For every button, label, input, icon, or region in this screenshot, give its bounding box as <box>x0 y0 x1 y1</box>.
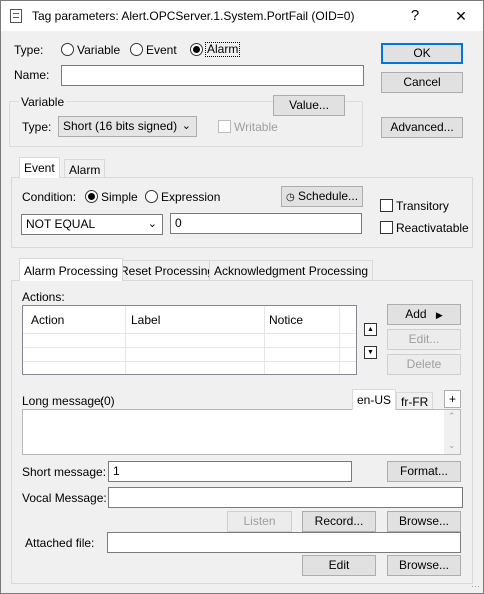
operator-select[interactable]: NOT EQUAL ⌄ <box>21 214 163 235</box>
name-label: Name: <box>14 68 50 82</box>
add-action-button[interactable]: Add ▶ <box>387 304 461 325</box>
variable-type-label: Type: <box>22 120 52 134</box>
tab-alarm[interactable]: Alarm <box>64 159 106 178</box>
schedule-label: Schedule... <box>298 189 359 203</box>
attached-browse-button[interactable]: Browse... <box>387 555 461 576</box>
record-button[interactable]: Record... <box>302 511 376 532</box>
actions-label: Actions: <box>22 290 65 304</box>
vocal-browse-button[interactable]: Browse... <box>387 511 461 532</box>
tab-acknowledgment-processing[interactable]: Acknowledgment Processing <box>209 260 374 281</box>
chevron-down-icon[interactable]: ⌄ <box>448 440 456 451</box>
resize-grip-icon[interactable]: ⋯ <box>471 581 480 592</box>
attached-edit-button[interactable]: Edit <box>302 555 376 576</box>
short-message-label: Short message: <box>22 465 107 479</box>
chevron-down-icon: ⌄ <box>147 218 157 230</box>
condition-simple-label: Simple <box>101 190 138 204</box>
add-language-button[interactable]: + <box>444 390 461 408</box>
operator-value: NOT EQUAL <box>26 217 96 231</box>
name-field[interactable] <box>61 65 364 86</box>
condition-expression-label: Expression <box>161 190 221 204</box>
tab-event[interactable]: Event <box>19 157 60 178</box>
vocal-message-label: Vocal Message: <box>22 491 107 505</box>
tab-alarm-processing[interactable]: Alarm Processing <box>19 258 124 281</box>
vocal-message-field[interactable] <box>108 487 463 508</box>
long-message-label: Long message: <box>22 394 105 408</box>
type-alarm-label: Alarm <box>205 42 241 57</box>
attached-file-field[interactable] <box>107 532 461 553</box>
move-down-icon[interactable]: ▼ <box>364 346 377 359</box>
reactivatable-label: Reactivatable <box>396 221 469 235</box>
type-radio-alarm[interactable] <box>190 43 203 56</box>
type-radio-variable[interactable] <box>61 43 74 56</box>
schedule-button[interactable]: ◷ Schedule... <box>281 186 363 207</box>
window-title: Tag parameters: Alert.OPCServer.1.System… <box>32 9 355 23</box>
tab-reset-processing[interactable]: Reset Processing <box>115 260 220 281</box>
long-message-count: (0) <box>100 394 115 408</box>
condition-radio-expression[interactable] <box>145 190 158 203</box>
value-button[interactable]: Value... <box>273 95 345 116</box>
clock-icon: ◷ <box>285 192 295 203</box>
writable-label: Writable <box>234 120 278 134</box>
scrollbar[interactable]: ⌃ ⌄ <box>444 410 460 454</box>
column-divider <box>264 306 265 374</box>
row-divider <box>23 361 356 362</box>
delete-action-button[interactable]: Delete <box>387 354 461 375</box>
listen-button[interactable]: Listen <box>227 511 292 532</box>
actions-list[interactable]: Action Label Notice <box>22 305 357 375</box>
help-button[interactable]: ? <box>393 1 437 31</box>
tab-lang-en-us[interactable]: en-US <box>352 389 397 410</box>
reactivatable-checkbox[interactable] <box>380 221 393 234</box>
column-header-label[interactable]: Label <box>131 313 160 327</box>
variable-group-label: Variable <box>19 95 67 109</box>
format-button[interactable]: Format... <box>387 461 461 482</box>
title-bar: Tag parameters: Alert.OPCServer.1.System… <box>1 1 483 31</box>
add-label: Add <box>405 307 427 321</box>
type-variable-label: Variable <box>77 43 121 57</box>
dialog-window: Tag parameters: Alert.OPCServer.1.System… <box>0 0 484 594</box>
condition-label: Condition: <box>22 190 77 204</box>
long-message-textarea[interactable]: ⌃ ⌄ <box>22 409 461 455</box>
threshold-field[interactable]: 0 <box>170 213 362 234</box>
row-divider <box>23 347 356 348</box>
column-header-action[interactable]: Action <box>31 313 64 327</box>
arrow-right-icon: ▶ <box>435 310 443 320</box>
variable-type-select[interactable]: Short (16 bits signed) ⌄ <box>58 116 197 137</box>
short-message-field[interactable]: 1 <box>108 461 352 482</box>
column-divider <box>125 306 126 374</box>
transitory-checkbox[interactable] <box>380 199 393 212</box>
transitory-label: Transitory <box>396 199 449 213</box>
move-up-icon[interactable]: ▲ <box>364 323 377 336</box>
type-event-label: Event <box>146 43 177 57</box>
column-header-notice[interactable]: Notice <box>269 313 303 327</box>
edit-action-button[interactable]: Edit... <box>387 329 461 350</box>
close-button[interactable]: ✕ <box>439 1 483 31</box>
type-label: Type: <box>14 43 44 57</box>
writable-checkbox[interactable] <box>218 120 231 133</box>
attached-file-label: Attached file: <box>25 536 95 550</box>
variable-type-value: Short (16 bits signed) <box>63 119 178 133</box>
row-divider <box>23 333 356 334</box>
column-divider <box>339 306 340 374</box>
chevron-down-icon: ⌄ <box>181 120 191 132</box>
advanced-button[interactable]: Advanced... <box>381 117 463 138</box>
tab-lang-fr-fr[interactable]: fr-FR <box>396 392 434 410</box>
chevron-up-icon[interactable]: ⌃ <box>448 411 456 422</box>
dialog-icon <box>10 9 22 23</box>
condition-radio-simple[interactable] <box>85 190 98 203</box>
cancel-button[interactable]: Cancel <box>381 72 463 93</box>
ok-button[interactable]: OK <box>381 43 463 64</box>
type-radio-event[interactable] <box>130 43 143 56</box>
